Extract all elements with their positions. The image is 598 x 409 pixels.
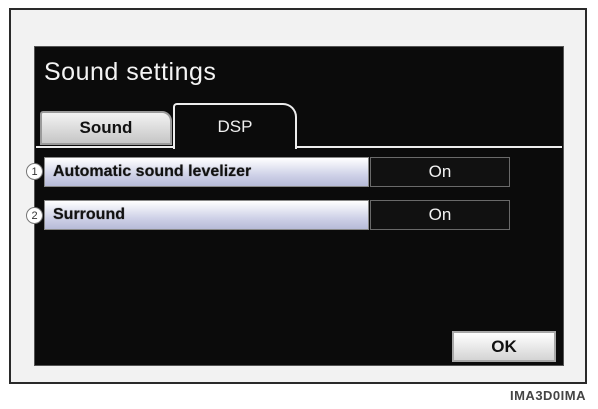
- ok-button[interactable]: OK: [452, 331, 556, 362]
- callout-marker-2: 2: [26, 207, 43, 224]
- callout-marker-1: 1: [26, 163, 43, 180]
- tab-dsp[interactable]: DSP: [173, 103, 297, 149]
- setting-surround[interactable]: Surround: [44, 200, 369, 230]
- tab-sound[interactable]: Sound: [40, 111, 172, 145]
- image-code: IMA3D0IMA: [509, 388, 586, 403]
- setting-automatic-sound-levelizer[interactable]: Automatic sound levelizer: [44, 157, 369, 187]
- setting-automatic-sound-levelizer-value[interactable]: On: [370, 157, 510, 187]
- window-title: Sound settings: [44, 58, 217, 86]
- tab-divider: [36, 146, 174, 148]
- tab-divider: [296, 146, 562, 148]
- setting-surround-value[interactable]: On: [370, 200, 510, 230]
